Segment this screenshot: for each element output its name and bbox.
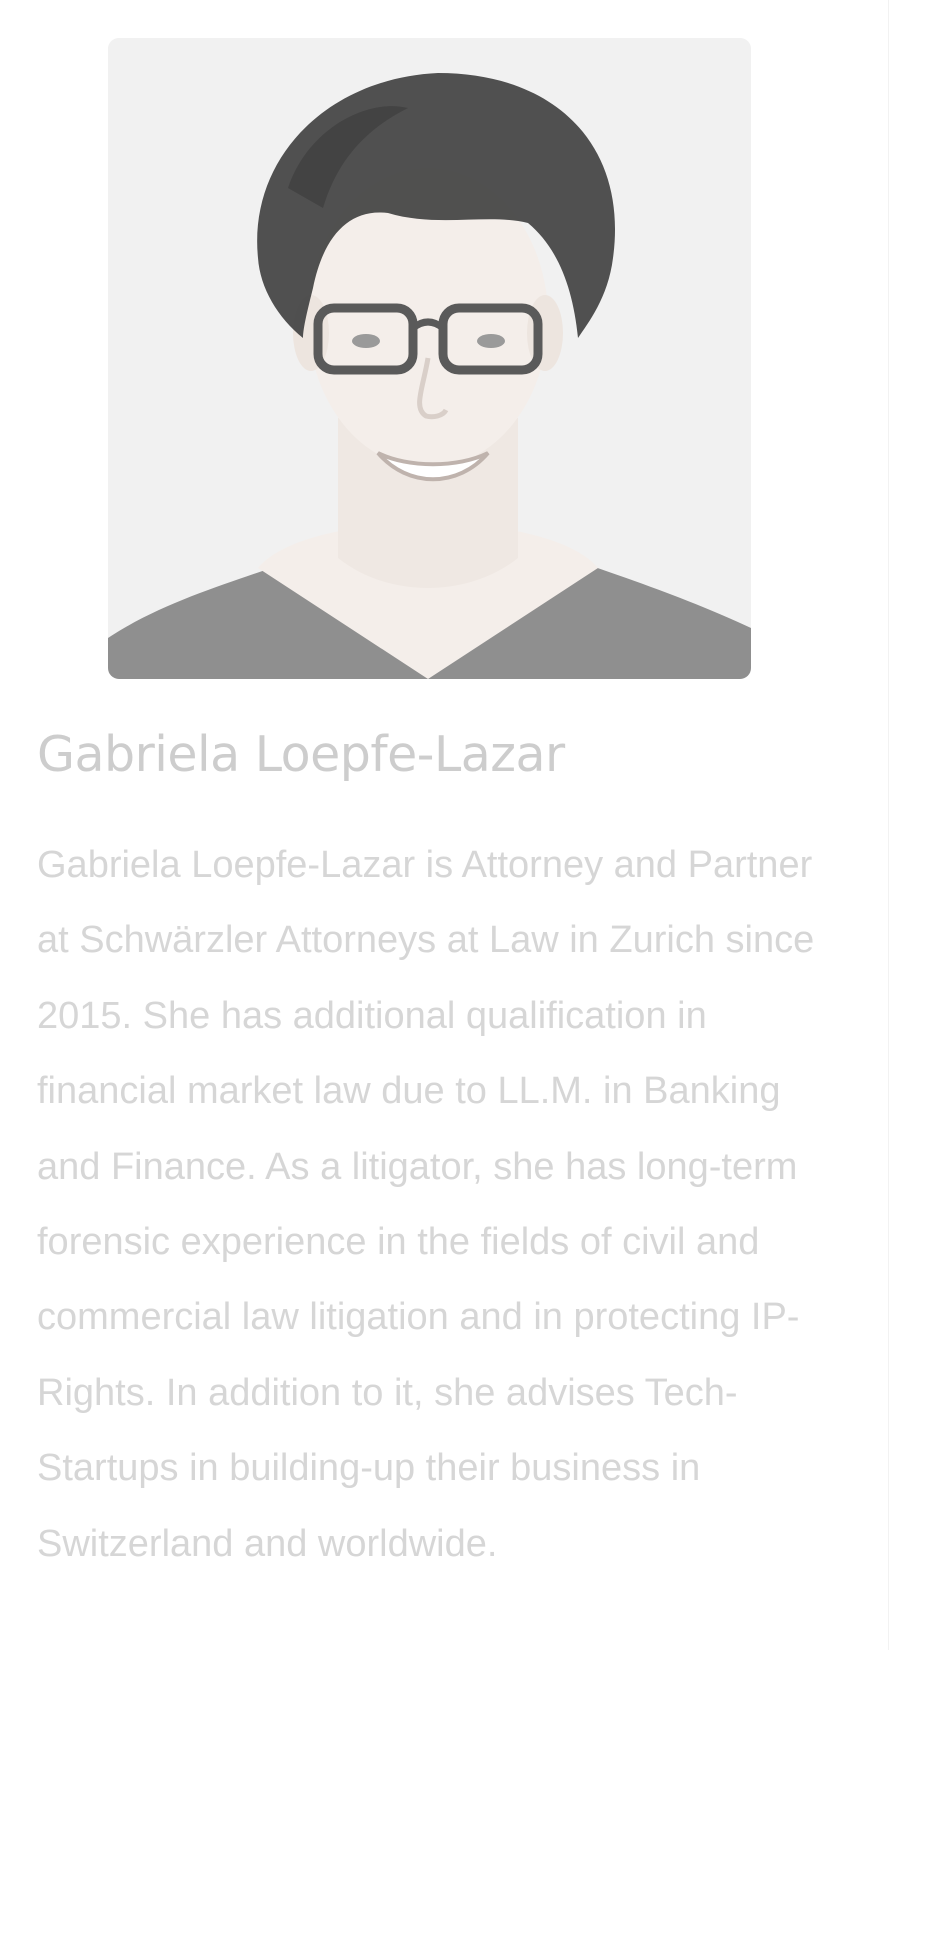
profile-photo (108, 38, 751, 679)
person-bio: Gabriela Loepfe-Lazar is Attorney and Pa… (37, 844, 815, 1565)
person-name: Gabriela Loepfe-Lazar (37, 726, 565, 783)
team-member-card: Gabriela Loepfe-Lazar Gabriela Loepfe-La… (0, 0, 888, 1954)
column-divider (888, 0, 889, 1650)
portrait-illustration (108, 38, 751, 679)
